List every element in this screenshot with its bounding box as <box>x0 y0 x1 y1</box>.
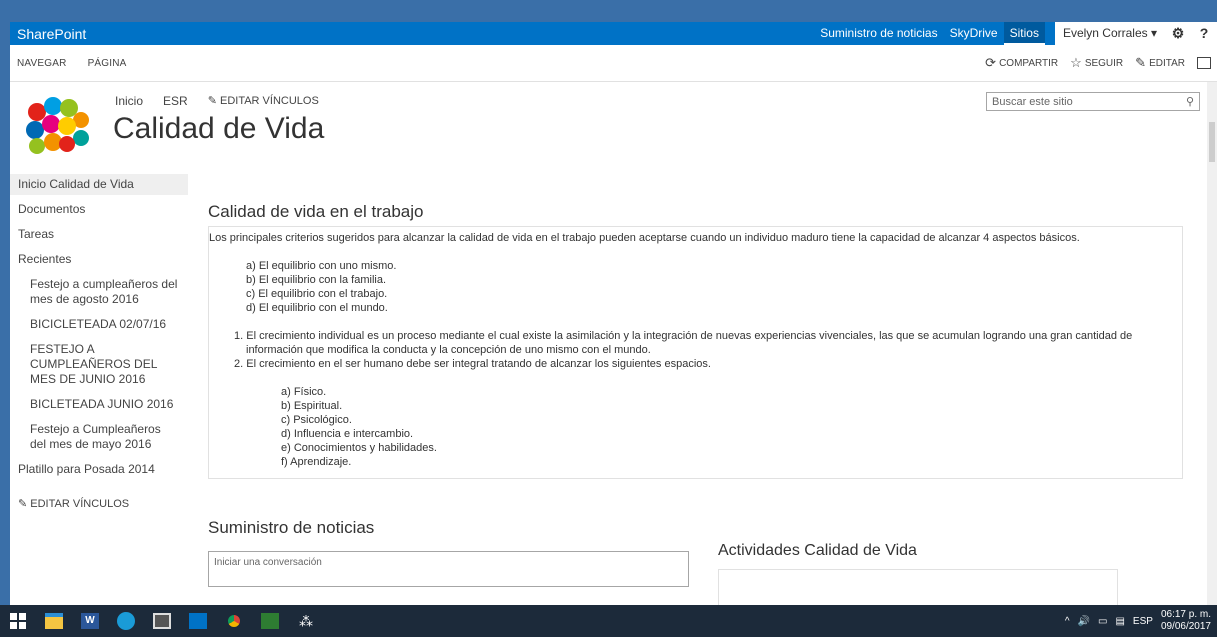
search-box[interactable]: Buscar este sitio ⚲ <box>986 92 1200 111</box>
windows-start-icon[interactable] <box>0 605 36 637</box>
tab-pagina[interactable]: PÁGINA <box>81 58 127 69</box>
nav-item-tareas[interactable]: Tareas <box>10 224 188 245</box>
list-item: b) El equilibrio con la familia. <box>246 274 387 286</box>
list-item: c) Psicológico. <box>281 414 352 426</box>
suite-link-skydrive[interactable]: SkyDrive <box>944 22 1004 45</box>
chevron-up-icon[interactable]: ^ <box>1065 616 1070 627</box>
nav-item-platillo[interactable]: Platillo para Posada 2014 <box>10 459 188 480</box>
list-item: c) El equilibrio con el trabajo. <box>246 288 388 300</box>
focus-mode-icon[interactable] <box>1197 57 1211 69</box>
list-item: 2. El crecimiento en el ser humano debe … <box>234 358 711 370</box>
intro-text: Los principales criterios sugeridos para… <box>209 232 1080 244</box>
star-icon: ☆ <box>1070 55 1082 70</box>
list-item: a) El equilibrio con uno mismo. <box>246 260 397 272</box>
nav-recent-item[interactable]: BICLETEADA JUNIO 2016 <box>10 394 188 415</box>
topnav-inicio[interactable]: Inicio <box>115 94 143 108</box>
clock[interactable]: 06:17 p. m. 09/06/2017 <box>1161 609 1211 633</box>
nav-item-documentos[interactable]: Documentos <box>10 199 188 220</box>
notifications-icon[interactable]: ▤ <box>1115 616 1124 627</box>
news-heading: Suministro de noticias <box>208 518 375 537</box>
share-button[interactable]: ⟳ COMPARTIR <box>985 55 1058 71</box>
nav-item-home[interactable]: Inicio Calidad de Vida <box>10 174 188 195</box>
list-item: 1. El crecimiento individual es un proce… <box>234 330 1133 356</box>
calculator-icon[interactable] <box>144 605 180 637</box>
top-nav: Inicio ESR ✎ EDITAR VÍNCULOS <box>115 94 319 108</box>
nav-recent-item[interactable]: BICICLETEADA 02/07/16 <box>10 314 188 335</box>
follow-label: SEGUIR <box>1084 57 1124 69</box>
content-box: Los principales criterios sugeridos para… <box>208 226 1183 479</box>
list-item: d) Influencia e intercambio. <box>281 428 414 440</box>
edit-links-top[interactable]: ✎ EDITAR VÍNCULOS <box>208 94 319 108</box>
network-app-icon[interactable]: ⁂ <box>288 605 324 637</box>
scrollbar-thumb[interactable] <box>1209 122 1215 162</box>
outlook-icon[interactable] <box>180 605 216 637</box>
spaces-list: a) Físico. b) Espiritual. c) Psicológico… <box>209 385 1176 469</box>
site-logo[interactable] <box>23 96 93 156</box>
numbered-list: 1. El crecimiento individual es un proce… <box>209 329 1176 371</box>
content-heading: Calidad de vida en el trabajo <box>208 202 424 221</box>
language-indicator[interactable]: ESP <box>1133 616 1153 627</box>
left-nav: Inicio Calidad de Vida Documentos Tareas… <box>10 174 188 515</box>
list-item: f) Aprendizaje. <box>281 456 352 468</box>
title-row: Inicio ESR ✎ EDITAR VÍNCULOS Calidad de … <box>10 82 1217 174</box>
share-label: COMPARTIR <box>999 57 1059 69</box>
conversation-input[interactable]: Iniciar una conversación <box>208 551 689 587</box>
list-item: d) El equilibrio con el mundo. <box>246 302 388 314</box>
scrollbar[interactable] <box>1207 82 1217 605</box>
nav-item-recientes[interactable]: Recientes <box>10 249 188 270</box>
pencil-icon: ✎ <box>207 95 220 107</box>
edit-label: EDITAR <box>1149 57 1185 69</box>
tab-navegar[interactable]: NAVEGAR <box>10 58 67 69</box>
word-icon[interactable]: W <box>72 605 108 637</box>
aspect-list: a) El equilibrio con uno mismo. b) El eq… <box>209 259 1176 315</box>
edit-links-left[interactable]: ✎ EDITAR VÍNCULOS <box>10 494 188 515</box>
user-menu[interactable]: Evelyn Corrales ▾ <box>1054 22 1165 45</box>
nav-recent-item[interactable]: Festejo a Cumpleañeros del mes de mayo 2… <box>10 419 188 455</box>
follow-button[interactable]: ☆ SEGUIR <box>1070 55 1123 71</box>
suite-link-sites[interactable]: Sitios <box>1003 22 1045 45</box>
nav-recent-item[interactable]: Festejo a cumpleañeros del mes de agosto… <box>10 274 188 310</box>
ribbon: NAVEGAR PÁGINA ⟳ COMPARTIR ☆ SEGUIR ✎ EDITA… <box>10 45 1217 82</box>
list-item: e) Conocimientos y habilidades. <box>281 442 437 454</box>
topnav-esr[interactable]: ESR <box>163 94 188 108</box>
suite-bar: SharePoint Suministro de noticias SkyDri… <box>10 22 1217 45</box>
list-item: a) Físico. <box>281 386 327 398</box>
file-explorer-icon[interactable] <box>36 605 72 637</box>
edit-links-label: EDITAR VÍNCULOS <box>30 498 130 510</box>
nav-recent-item[interactable]: FESTEJO A CUMPLEAÑEROS DEL MES DE JUNIO … <box>10 339 188 390</box>
suite-link-newsfeed[interactable]: Suministro de noticias <box>814 22 943 45</box>
main-content: Calidad de vida en el trabajo Los princi… <box>208 202 1183 479</box>
edit-links-label: EDITAR VÍNCULOS <box>219 95 319 107</box>
chrome-icon[interactable] <box>216 605 252 637</box>
clock-time: 06:17 p. m. <box>1160 609 1211 620</box>
clock-date: 09/06/2017 <box>1160 621 1211 632</box>
help-icon[interactable]: ? <box>1191 22 1217 45</box>
taskbar: W ⁂ ^ 🔊 ▭ ▤ ESP 06:17 p. m. 09/06/2017 <box>0 605 1217 637</box>
activities-box <box>718 569 1118 605</box>
edit-button[interactable]: ✎ EDITAR <box>1135 55 1185 71</box>
list-item: b) Espiritual. <box>281 400 343 412</box>
gear-icon[interactable]: ⚙ <box>1165 22 1191 45</box>
search-icon[interactable]: ⚲ <box>1186 95 1194 108</box>
share-icon: ⟳ <box>985 55 997 70</box>
skype-icon[interactable] <box>108 605 144 637</box>
activities-heading: Actividades Calidad de Vida <box>718 542 917 559</box>
site-title[interactable]: Calidad de Vida <box>113 112 324 146</box>
money-app-icon[interactable] <box>252 605 288 637</box>
network-icon[interactable]: ▭ <box>1098 616 1107 627</box>
volume-icon[interactable]: 🔊 <box>1078 616 1090 627</box>
sharepoint-brand[interactable]: SharePoint <box>10 26 814 42</box>
search-input[interactable]: Buscar este sitio <box>992 96 1186 108</box>
pencil-icon: ✎ <box>18 498 31 510</box>
pencil-icon: ✎ <box>1135 55 1147 70</box>
browser-window: SharePoint Suministro de noticias SkyDri… <box>10 22 1217 605</box>
system-tray: ^ 🔊 ▭ ▤ ESP 06:17 p. m. 09/06/2017 <box>1065 609 1217 633</box>
